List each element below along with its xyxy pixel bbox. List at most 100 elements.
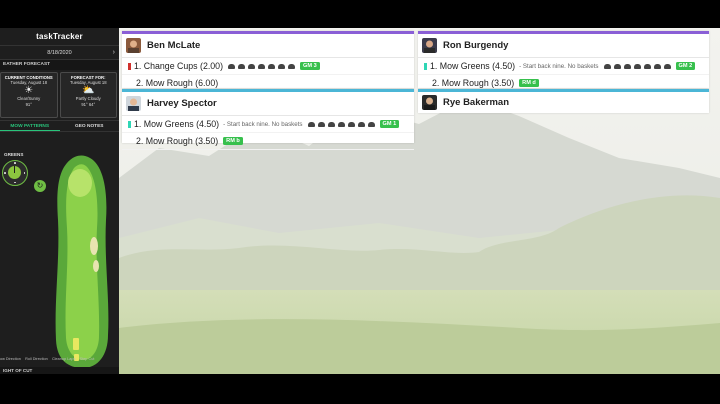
sidebar-tabs: MOW PATTERNS GEO NOTES — [0, 120, 119, 132]
task-label: 2. Mow Rough (3.50) — [136, 136, 219, 146]
task-label: 2. Mow Rough (3.50) — [432, 78, 515, 88]
equipment-badge: GM 1 — [379, 120, 400, 128]
clock-tick — [14, 162, 16, 164]
avatar — [422, 38, 437, 53]
task-note: - Start back nine. No baskets — [223, 120, 303, 128]
crew-card[interactable]: Ron Burgendy 1. Mow Greens (4.50) - Start… — [418, 31, 709, 92]
equipment-icon — [653, 63, 661, 69]
crew-member-name: Ben McLate — [147, 40, 201, 51]
equipment-icon — [337, 121, 345, 127]
crew-member-name: Harvey Spector — [147, 98, 217, 109]
avatar — [126, 96, 141, 111]
equipment-icon — [288, 63, 295, 69]
bunker — [90, 237, 98, 255]
task-label: 1. Change Cups (2.00) — [134, 61, 223, 71]
equipment-icon — [603, 63, 611, 69]
sun-icon: ☀ — [24, 85, 34, 97]
equipment-badge: GM 3 — [300, 62, 320, 70]
crew-card[interactable]: Rye Bakerman — [418, 89, 709, 113]
current-conditions-card: CURRENT CONDITIONS Tuesday, August 18 ☀ … — [0, 72, 58, 118]
task-row[interactable]: 1. Mow Greens (4.50) - Start back nine. N… — [418, 58, 709, 75]
equipment-badge: RM b — [223, 137, 243, 145]
equipment-icons — [307, 121, 375, 127]
equipment-icon — [248, 63, 255, 69]
equipment-icon — [663, 63, 671, 69]
equipment-badge: GM 2 — [675, 62, 696, 70]
crew-header: Ben McLate — [122, 34, 414, 58]
crew-card[interactable]: Harvey Spector 1. Mow Greens (4.50) - Sta… — [122, 89, 414, 150]
tee-box — [73, 338, 79, 350]
equipment-badge: RM d — [519, 79, 539, 87]
equipment-icon — [307, 121, 315, 127]
crew-member-name: Ron Burgendy — [443, 40, 509, 51]
equipment-icon — [258, 63, 265, 69]
equipment-icon — [278, 63, 285, 69]
task-note: - Start back nine. No baskets — [519, 62, 599, 70]
task-status-marker — [128, 120, 131, 128]
task-list: 1. Change Cups (2.00) GM 3 2. Mow Rough (6… — [122, 58, 414, 92]
forecast-card: FORECAST FOR: Tuesday, August 18 ⛅ Partl… — [59, 72, 117, 118]
legend-item: Cleanup Laps — [51, 357, 76, 361]
app-window: taskTracker 8/18/2020 › EATHER FORECAST … — [0, 28, 720, 374]
bunker — [93, 260, 99, 272]
clock-hand — [13, 166, 15, 173]
task-row[interactable]: 1. Change Cups (2.00) GM 3 — [122, 58, 414, 75]
equipment-icon — [357, 121, 365, 127]
task-label: 1. Mow Greens (4.50) — [134, 119, 220, 129]
sidebar: taskTracker 8/18/2020 › EATHER FORECAST … — [0, 28, 119, 374]
task-status-marker — [128, 62, 131, 70]
clock-face — [8, 166, 21, 179]
equipment-icon — [633, 63, 641, 69]
task-list: 1. Mow Greens (4.50) - Start back nine. N… — [122, 116, 414, 150]
legend-item: ow Direction — [0, 357, 21, 361]
current-temp: 91° — [25, 101, 32, 107]
clock-tick — [23, 172, 25, 174]
task-status-marker — [424, 62, 427, 70]
weather-section-title: EATHER FORECAST — [0, 60, 119, 70]
crew-card[interactable]: Ben McLate 1. Change Cups (2.00) GM 3 2. M… — [122, 31, 414, 92]
equipment-icon — [268, 63, 275, 69]
chevron-right-icon[interactable]: › — [113, 46, 115, 60]
clock-tick — [4, 172, 6, 174]
avatar — [126, 38, 141, 53]
legend-item: Step Cut — [79, 357, 95, 361]
crew-header: Harvey Spector — [122, 92, 414, 116]
equipment-icons — [228, 63, 295, 69]
equipment-icon — [347, 121, 355, 127]
equipment-icon — [623, 63, 631, 69]
date-selector[interactable]: 8/18/2020 › — [0, 46, 119, 60]
forecast-temp: 91° 64° — [81, 101, 96, 107]
green-surface — [68, 169, 92, 197]
legend-item: Roll Direction — [25, 357, 48, 361]
equipment-icon — [228, 63, 235, 69]
crew-header: Ron Burgendy — [418, 34, 709, 58]
equipment-icon — [367, 121, 375, 127]
equipment-icons — [603, 63, 671, 69]
clock-tick — [14, 181, 16, 183]
equipment-icon — [238, 63, 245, 69]
task-list: 1. Mow Greens (4.50) - Start back nine. N… — [418, 58, 709, 92]
mow-clock-dial[interactable] — [2, 160, 28, 186]
main-board: Ben McLate 1. Change Cups (2.00) GM 3 2. M… — [119, 28, 720, 374]
map-legend: ow Direction Roll Direction Cleanup Laps… — [0, 357, 119, 361]
avatar — [422, 95, 437, 110]
equipment-icon — [327, 121, 335, 127]
app-title: taskTracker — [0, 28, 119, 46]
golf-hole-map — [55, 155, 109, 368]
equipment-icon — [613, 63, 621, 69]
height-of-cut-section: IGHT OF CUT — [0, 367, 119, 374]
refresh-icon[interactable]: ↻ — [34, 180, 46, 192]
task-row[interactable]: 1. Mow Greens (4.50) - Start back nine. N… — [122, 116, 414, 133]
crew-header: Rye Bakerman — [418, 92, 709, 113]
date-label: 8/18/2020 — [47, 50, 72, 56]
crew-member-name: Rye Bakerman — [443, 97, 510, 108]
equipment-icon — [317, 121, 325, 127]
tab-mow-patterns[interactable]: MOW PATTERNS — [0, 121, 60, 131]
task-row[interactable]: 2. Mow Rough (3.50) RM b — [122, 133, 414, 150]
weather-panel: CURRENT CONDITIONS Tuesday, August 18 ☀ … — [0, 70, 119, 120]
task-label: 2. Mow Rough (6.00) — [136, 78, 219, 88]
tab-geo-notes[interactable]: GEO NOTES — [60, 121, 120, 131]
greens-label: GREENS — [4, 152, 24, 157]
task-label: 1. Mow Greens (4.50) — [430, 61, 516, 71]
partly-cloudy-icon: ⛅ — [82, 85, 95, 97]
